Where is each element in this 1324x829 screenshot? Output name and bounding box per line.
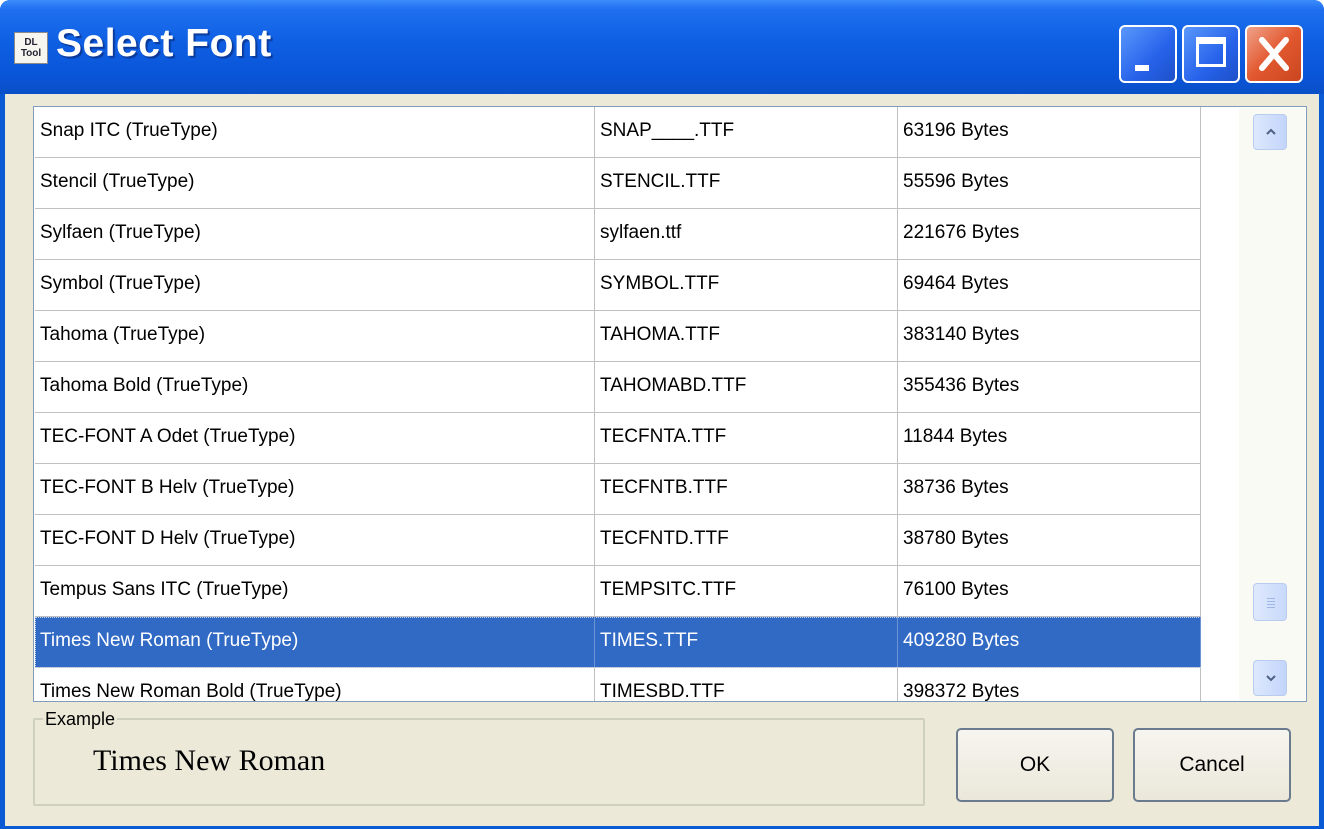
list-row[interactable]: TEC-FONT D Helv (TrueType) TECFNTD.TTF 387… xyxy=(35,515,1201,566)
file-name-cell: TECFNTD.TTF xyxy=(595,515,898,565)
list-row[interactable]: Times New Roman (TrueType) TIMES.TTF 40928… xyxy=(35,617,1201,668)
maximize-button[interactable] xyxy=(1182,25,1240,83)
list-row[interactable]: Snap ITC (TrueType) SNAP____.TTF 63196 Byt… xyxy=(35,107,1201,158)
file-size-cell: 11844 Bytes xyxy=(898,413,1201,463)
font-name-cell: Tempus Sans ITC (TrueType) xyxy=(35,566,595,616)
list-row[interactable]: Stencil (TrueType) STENCIL.TTF 55596 Bytes xyxy=(35,158,1201,209)
file-name-cell: TECFNTB.TTF xyxy=(595,464,898,514)
file-size-cell: 55596 Bytes xyxy=(898,158,1201,208)
dialog-client-area: Snap ITC (TrueType) SNAP____.TTF 63196 Byt… xyxy=(5,94,1319,826)
font-name-cell: Stencil (TrueType) xyxy=(35,158,595,208)
font-name-cell: TEC-FONT D Helv (TrueType) xyxy=(35,515,595,565)
list-row[interactable]: Sylfaen (TrueType) sylfaen.ttf 221676 Byte… xyxy=(35,209,1201,260)
scroll-up-button[interactable] xyxy=(1253,114,1287,150)
font-preview-text: Times New Roman xyxy=(93,744,326,777)
file-size-cell: 69464 Bytes xyxy=(898,260,1201,310)
cancel-button[interactable]: Cancel xyxy=(1133,728,1291,802)
file-size-cell: 76100 Bytes xyxy=(898,566,1201,616)
file-size-cell: 38736 Bytes xyxy=(898,464,1201,514)
grip-line xyxy=(1267,604,1275,605)
grip-line xyxy=(1267,601,1275,602)
app-icon[interactable]: DL Tool xyxy=(14,32,48,64)
font-name-cell: Tahoma (TrueType) xyxy=(35,311,595,361)
file-size-cell: 398372 Bytes xyxy=(898,668,1201,701)
font-name-cell: TEC-FONT A Odet (TrueType) xyxy=(35,413,595,463)
app-icon-label: DL Tool xyxy=(20,37,42,59)
file-size-cell: 38780 Bytes xyxy=(898,515,1201,565)
font-name-cell: Times New Roman Bold (TrueType) xyxy=(35,668,595,701)
file-size-cell: 221676 Bytes xyxy=(898,209,1201,259)
file-name-cell: SNAP____.TTF xyxy=(595,107,898,157)
file-size-cell: 383140 Bytes xyxy=(898,311,1201,361)
font-name-cell: Symbol (TrueType) xyxy=(35,260,595,310)
file-name-cell: TIMESBD.TTF xyxy=(595,668,898,701)
file-name-cell: TAHOMABD.TTF xyxy=(595,362,898,412)
list-row[interactable]: Symbol (TrueType) SYMBOL.TTF 69464 Bytes xyxy=(35,260,1201,311)
font-list[interactable]: Snap ITC (TrueType) SNAP____.TTF 63196 Byt… xyxy=(33,106,1307,702)
list-row[interactable]: Tempus Sans ITC (TrueType) TEMPSITC.TTF 76… xyxy=(35,566,1201,617)
close-button[interactable] xyxy=(1245,25,1303,83)
file-name-cell: sylfaen.ttf xyxy=(595,209,898,259)
file-name-cell: TECFNTA.TTF xyxy=(595,413,898,463)
example-group: Example Times New Roman xyxy=(33,709,925,806)
minimize-icon xyxy=(1135,65,1149,71)
file-name-cell: TIMES.TTF xyxy=(595,617,898,667)
file-name-cell: STENCIL.TTF xyxy=(595,158,898,208)
select-font-dialog: DL Tool Select Font Snap ITC (TrueType) S… xyxy=(0,0,1324,829)
font-name-cell: Snap ITC (TrueType) xyxy=(35,107,595,157)
ok-button[interactable]: OK xyxy=(956,728,1114,802)
scroll-thumb[interactable] xyxy=(1253,583,1287,621)
file-size-cell: 409280 Bytes xyxy=(898,617,1201,667)
font-name-cell: Tahoma Bold (TrueType) xyxy=(35,362,595,412)
scroll-down-button[interactable] xyxy=(1253,660,1287,696)
list-row[interactable]: Times New Roman Bold (TrueType) TIMESBD.T… xyxy=(35,668,1201,701)
grip-line xyxy=(1267,598,1275,599)
example-label: Example xyxy=(43,709,118,730)
maximize-icon xyxy=(1196,37,1226,67)
chevron-up-icon xyxy=(1266,128,1276,135)
list-row[interactable]: Tahoma (TrueType) TAHOMA.TTF 383140 Bytes xyxy=(35,311,1201,362)
font-name-cell: Times New Roman (TrueType) xyxy=(35,617,595,667)
font-name-cell: Sylfaen (TrueType) xyxy=(35,209,595,259)
grip-line xyxy=(1267,607,1275,608)
list-row[interactable]: Tahoma Bold (TrueType) TAHOMABD.TTF 355436… xyxy=(35,362,1201,413)
minimize-button[interactable] xyxy=(1119,25,1177,83)
vertical-scrollbar[interactable] xyxy=(1239,108,1305,700)
window-title: Select Font xyxy=(56,22,272,65)
chevron-down-icon xyxy=(1266,675,1276,682)
file-name-cell: SYMBOL.TTF xyxy=(595,260,898,310)
file-name-cell: TEMPSITC.TTF xyxy=(595,566,898,616)
file-name-cell: TAHOMA.TTF xyxy=(595,311,898,361)
font-name-cell: TEC-FONT B Helv (TrueType) xyxy=(35,464,595,514)
close-icon xyxy=(1259,37,1289,71)
file-size-cell: 63196 Bytes xyxy=(898,107,1201,157)
list-row[interactable]: TEC-FONT A Odet (TrueType) TECFNTA.TTF 118… xyxy=(35,413,1201,464)
list-row[interactable]: TEC-FONT B Helv (TrueType) TECFNTB.TTF 387… xyxy=(35,464,1201,515)
file-size-cell: 355436 Bytes xyxy=(898,362,1201,412)
title-bar[interactable]: DL Tool Select Font xyxy=(0,0,1324,94)
